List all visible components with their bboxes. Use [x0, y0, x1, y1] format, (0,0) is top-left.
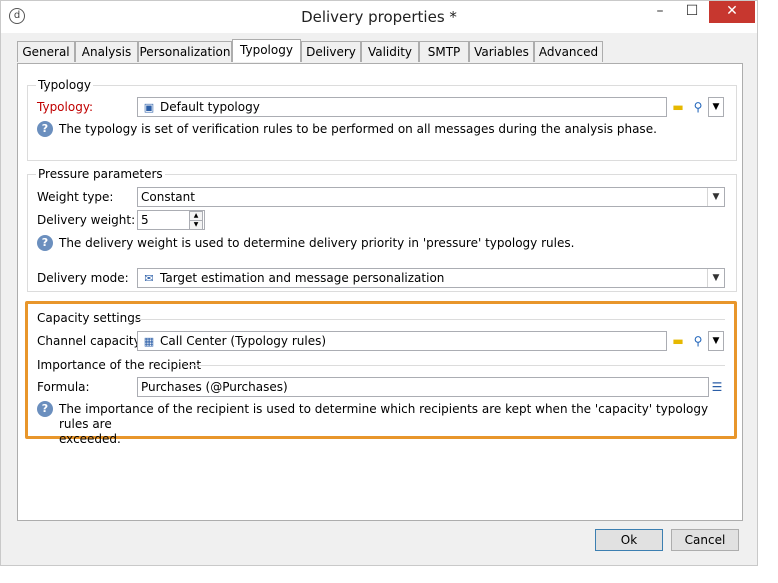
- typology-field[interactable]: ▣ Default typology: [137, 97, 667, 117]
- delivery-weight-label: Delivery weight:: [37, 213, 136, 227]
- formula-value: Purchases (@Purchases): [141, 380, 288, 394]
- tab-analysis[interactable]: Analysis: [75, 41, 138, 62]
- channel-capacity-dropdown-button[interactable]: ▼: [708, 331, 724, 351]
- minimize-button[interactable]: –: [645, 1, 675, 23]
- spin-down-button[interactable]: ▼: [189, 220, 203, 230]
- delivery-weight-value: 5: [141, 213, 149, 227]
- tab-advanced[interactable]: Advanced: [534, 41, 603, 62]
- tab-personalization[interactable]: Personalization: [138, 41, 232, 62]
- channel-capacity-label: Channel capacity:: [37, 334, 144, 348]
- capacity-help-line1: The importance of the recipient is used …: [59, 402, 709, 431]
- ok-button[interactable]: Ok: [595, 529, 663, 551]
- close-button[interactable]: ✕: [709, 1, 755, 23]
- tab-typology[interactable]: Typology: [232, 39, 301, 62]
- weight-type-value: Constant: [141, 190, 195, 204]
- typology-value: Default typology: [160, 100, 260, 114]
- typology-group-title: Typology: [36, 78, 93, 92]
- capacity-divider: [135, 319, 725, 320]
- help-icon: ?: [37, 121, 53, 137]
- delivery-mode-select[interactable]: ✉ Target estimation and message personali…: [137, 268, 725, 288]
- tab-delivery[interactable]: Delivery: [301, 41, 361, 62]
- capacity-group-title: Capacity settings: [37, 311, 142, 325]
- search-icon[interactable]: ⚲: [689, 98, 707, 116]
- maximize-button[interactable]: ☐: [677, 1, 707, 23]
- dialog-window: d Delivery properties * – ☐ ✕ General An…: [0, 0, 758, 566]
- pressure-help-text: The delivery weight is used to determine…: [59, 236, 575, 250]
- capacity-help-line2: exceeded.: [59, 432, 121, 446]
- cancel-button[interactable]: Cancel: [671, 529, 739, 551]
- formula-label: Formula:: [37, 380, 90, 394]
- tab-smtp[interactable]: SMTP: [419, 41, 469, 62]
- envelope-icon: ✉: [144, 272, 154, 285]
- typology-help-text: The typology is set of verification rule…: [59, 122, 657, 136]
- typology-icon: ▣: [143, 101, 155, 114]
- calendar-icon: ▦: [143, 335, 155, 348]
- pressure-group-title: Pressure parameters: [36, 167, 165, 181]
- chevron-down-icon: ▼: [707, 188, 724, 206]
- folder-icon[interactable]: ▬: [669, 332, 687, 350]
- delivery-mode-label: Delivery mode:: [37, 271, 129, 285]
- window-title: Delivery properties *: [301, 8, 457, 26]
- title-bar: d Delivery properties * – ☐ ✕: [1, 1, 757, 33]
- tab-general[interactable]: General: [17, 41, 75, 62]
- tab-variables[interactable]: Variables: [469, 41, 534, 62]
- channel-capacity-value: Call Center (Typology rules): [160, 334, 327, 348]
- formula-field[interactable]: Purchases (@Purchases): [137, 377, 709, 397]
- help-icon: ?: [37, 235, 53, 251]
- channel-capacity-field[interactable]: ▦ Call Center (Typology rules): [137, 331, 667, 351]
- typology-dropdown-button[interactable]: ▼: [708, 97, 724, 117]
- weight-type-select[interactable]: Constant ▼: [137, 187, 725, 207]
- importance-title: Importance of the recipient: [37, 358, 202, 372]
- tab-validity[interactable]: Validity: [361, 41, 419, 62]
- chevron-down-icon: ▼: [707, 269, 724, 287]
- delivery-mode-value: Target estimation and message personaliz…: [160, 271, 445, 285]
- folder-icon[interactable]: ▬: [669, 98, 687, 116]
- edit-expression-icon[interactable]: ☰: [708, 378, 726, 396]
- importance-divider: [187, 365, 725, 366]
- typology-label: Typology:: [37, 100, 94, 114]
- search-icon[interactable]: ⚲: [689, 332, 707, 350]
- weight-type-label: Weight type:: [37, 190, 114, 204]
- capacity-help-text: The importance of the recipient is used …: [59, 402, 719, 447]
- help-icon: ?: [37, 401, 53, 417]
